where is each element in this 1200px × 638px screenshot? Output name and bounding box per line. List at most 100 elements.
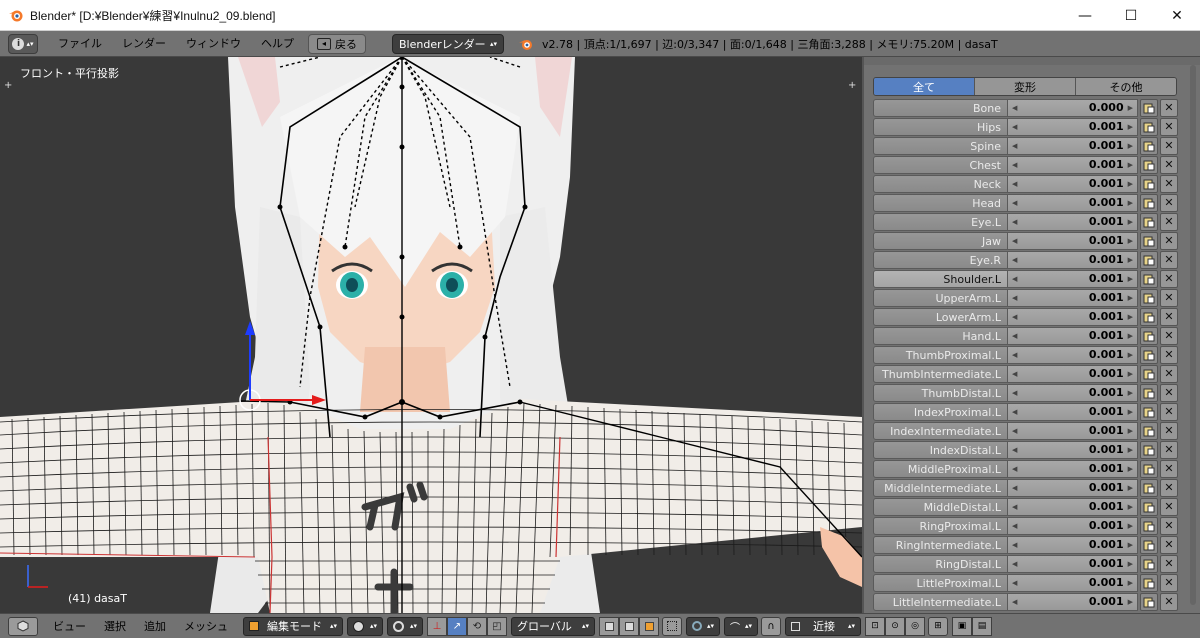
increment-arrow-icon[interactable]: ▶ <box>1128 256 1133 264</box>
paste-weight-button[interactable] <box>1140 288 1158 307</box>
bone-name-button[interactable]: Jaw <box>873 231 1008 250</box>
increment-arrow-icon[interactable]: ▶ <box>1128 275 1133 283</box>
weight-value-field[interactable]: ◀ 0.001 ▶ <box>1008 345 1138 364</box>
paste-weight-button[interactable] <box>1140 326 1158 345</box>
bone-name-button[interactable]: Spine <box>873 136 1008 155</box>
paste-weight-button[interactable] <box>1140 402 1158 421</box>
weight-value-field[interactable]: ◀ 0.001 ▶ <box>1008 269 1138 288</box>
snap-option-button[interactable]: ⊙ <box>885 616 905 636</box>
increment-arrow-icon[interactable]: ▶ <box>1128 161 1133 169</box>
increment-arrow-icon[interactable]: ▶ <box>1128 370 1133 378</box>
remove-weight-button[interactable]: ✕ <box>1160 288 1178 307</box>
weight-value-field[interactable]: ◀ 0.001 ▶ <box>1008 250 1138 269</box>
remove-weight-button[interactable]: ✕ <box>1160 440 1178 459</box>
weight-value-field[interactable]: ◀ 0.001 ▶ <box>1008 193 1138 212</box>
weight-value-field[interactable]: ◀ 0.001 ▶ <box>1008 573 1138 592</box>
remove-weight-button[interactable]: ✕ <box>1160 117 1178 136</box>
increment-arrow-icon[interactable]: ▶ <box>1128 123 1133 131</box>
render-engine-dropdown[interactable]: Blenderレンダー ▴▾ <box>392 33 504 54</box>
weight-value-field[interactable]: ◀ 0.001 ▶ <box>1008 421 1138 440</box>
paste-weight-button[interactable] <box>1140 440 1158 459</box>
bone-name-button[interactable]: MiddleIntermediate.L <box>873 478 1008 497</box>
paste-weight-button[interactable] <box>1140 554 1158 573</box>
weight-value-field[interactable]: ◀ 0.001 ▶ <box>1008 364 1138 383</box>
remove-weight-button[interactable]: ✕ <box>1160 326 1178 345</box>
bone-name-button[interactable]: LittleIntermediate.L <box>873 592 1008 611</box>
paste-weight-button[interactable] <box>1140 269 1158 288</box>
snap-toggle-button[interactable]: ∩ <box>761 616 781 636</box>
bone-name-button[interactable]: Head <box>873 193 1008 212</box>
bone-name-button[interactable]: Bone <box>873 98 1008 117</box>
pivot-point-dropdown[interactable]: ▴▾ <box>387 616 423 636</box>
editor-type-button[interactable] <box>8 616 38 636</box>
paste-weight-button[interactable] <box>1140 383 1158 402</box>
render-animation-button[interactable]: ▤ <box>972 616 992 636</box>
paste-weight-button[interactable] <box>1140 478 1158 497</box>
increment-arrow-icon[interactable]: ▶ <box>1128 503 1133 511</box>
paste-weight-button[interactable] <box>1140 497 1158 516</box>
paste-weight-button[interactable] <box>1140 421 1158 440</box>
paste-weight-button[interactable] <box>1140 364 1158 383</box>
increment-arrow-icon[interactable]: ▶ <box>1128 484 1133 492</box>
paste-weight-button[interactable] <box>1140 573 1158 592</box>
editor-type-button[interactable]: i ▴▾ <box>8 33 38 54</box>
remove-weight-button[interactable]: ✕ <box>1160 573 1178 592</box>
weight-value-field[interactable]: ◀ 0.001 ▶ <box>1008 554 1138 573</box>
menu-view[interactable]: ビュー <box>44 618 95 634</box>
menu-mesh[interactable]: メッシュ <box>175 618 237 634</box>
increment-arrow-icon[interactable]: ▶ <box>1128 313 1133 321</box>
maximize-button[interactable]: ☐ <box>1108 0 1154 31</box>
weight-value-field[interactable]: ◀ 0.001 ▶ <box>1008 307 1138 326</box>
bone-name-button[interactable]: Chest <box>873 155 1008 174</box>
translate-manipulator-button[interactable]: ↗ <box>447 616 467 636</box>
paste-weight-button[interactable] <box>1140 345 1158 364</box>
rotate-manipulator-button[interactable]: ⟲ <box>467 616 487 636</box>
bone-name-button[interactable]: IndexProximal.L <box>873 402 1008 421</box>
weight-value-field[interactable]: ◀ 0.001 ▶ <box>1008 326 1138 345</box>
weight-value-field[interactable]: ◀ 0.001 ▶ <box>1008 478 1138 497</box>
bone-name-button[interactable]: ThumbIntermediate.L <box>873 364 1008 383</box>
remove-weight-button[interactable]: ✕ <box>1160 383 1178 402</box>
menu-file[interactable]: ファイル <box>48 31 112 57</box>
snap-element-dropdown[interactable]: 近接 ▴▾ <box>785 616 861 636</box>
weight-value-field[interactable]: ◀ 0.000 ▶ <box>1008 98 1138 117</box>
paste-weight-button[interactable] <box>1140 535 1158 554</box>
increment-arrow-icon[interactable]: ▶ <box>1128 180 1133 188</box>
paste-weight-button[interactable] <box>1140 117 1158 136</box>
paste-weight-button[interactable] <box>1140 231 1158 250</box>
render-image-button[interactable]: ▣ <box>952 616 972 636</box>
region-toggle-plus-icon[interactable]: + <box>848 81 858 91</box>
paste-weight-button[interactable] <box>1140 250 1158 269</box>
increment-arrow-icon[interactable]: ▶ <box>1128 408 1133 416</box>
paste-weight-button[interactable] <box>1140 212 1158 231</box>
weight-value-field[interactable]: ◀ 0.001 ▶ <box>1008 402 1138 421</box>
remove-weight-button[interactable]: ✕ <box>1160 155 1178 174</box>
remove-weight-button[interactable]: ✕ <box>1160 345 1178 364</box>
remove-weight-button[interactable]: ✕ <box>1160 516 1178 535</box>
increment-arrow-icon[interactable]: ▶ <box>1128 218 1133 226</box>
weight-value-field[interactable]: ◀ 0.001 ▶ <box>1008 497 1138 516</box>
menu-window[interactable]: ウィンドウ <box>176 31 251 57</box>
region-toggle-plus-icon[interactable]: + <box>4 81 14 91</box>
tab-deform[interactable]: 変形 <box>975 78 1076 95</box>
bone-name-button[interactable]: LittleProximal.L <box>873 573 1008 592</box>
weight-value-field[interactable]: ◀ 0.001 ▶ <box>1008 117 1138 136</box>
tab-other[interactable]: その他 <box>1076 78 1176 95</box>
increment-arrow-icon[interactable]: ▶ <box>1128 351 1133 359</box>
viewport-shading-dropdown[interactable]: ▴▾ <box>347 616 383 636</box>
manipulator-toggle-button[interactable]: ⊥ <box>427 616 447 636</box>
paste-weight-button[interactable] <box>1140 516 1158 535</box>
bone-name-button[interactable]: Eye.R <box>873 250 1008 269</box>
close-button[interactable]: ✕ <box>1154 0 1200 31</box>
weight-value-field[interactable]: ◀ 0.001 ▶ <box>1008 516 1138 535</box>
increment-arrow-icon[interactable]: ▶ <box>1128 427 1133 435</box>
paste-weight-button[interactable] <box>1140 459 1158 478</box>
bone-name-button[interactable]: LowerArm.L <box>873 307 1008 326</box>
paste-weight-button[interactable] <box>1140 155 1158 174</box>
bone-name-button[interactable]: Eye.L <box>873 212 1008 231</box>
remove-weight-button[interactable]: ✕ <box>1160 231 1178 250</box>
increment-arrow-icon[interactable]: ▶ <box>1128 465 1133 473</box>
bone-name-button[interactable]: IndexDistal.L <box>873 440 1008 459</box>
remove-weight-button[interactable]: ✕ <box>1160 193 1178 212</box>
viewport-scene[interactable] <box>0 57 862 613</box>
